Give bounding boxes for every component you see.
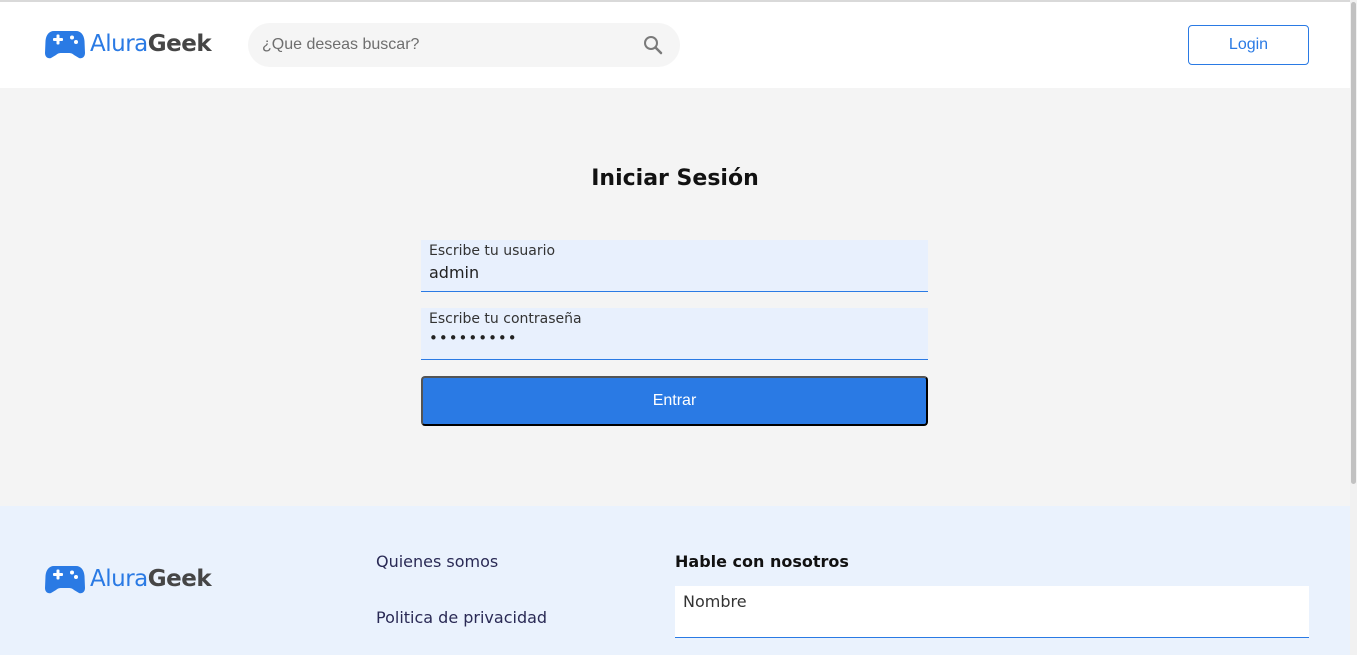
username-value: admin (429, 263, 480, 282)
password-value: ••••••••• (429, 329, 518, 347)
logo-text: AluraGeek (90, 29, 212, 59)
footer-link-privacy[interactable]: Politica de privacidad (376, 608, 547, 627)
footer-logo[interactable]: AluraGeek (45, 564, 212, 594)
contact-name-label: Nombre (683, 592, 747, 611)
username-label: Escribe tu usuario (429, 243, 556, 259)
site-header: AluraGeek Login (0, 2, 1350, 88)
logo-text-geek: Geek (147, 566, 212, 592)
logo-text-alura: Alura (90, 566, 148, 592)
search-icon[interactable] (643, 35, 663, 55)
password-label: Escribe tu contraseña (429, 311, 582, 327)
contact-name-field[interactable]: Nombre (675, 586, 1309, 638)
gamepad-icon (45, 566, 85, 594)
logo-text: AluraGeek (90, 564, 212, 594)
password-field[interactable]: Escribe tu contraseña ••••••••• (421, 308, 928, 360)
scrollbar-thumb[interactable] (1351, 2, 1356, 484)
contact-title: Hable con nosotros (675, 552, 849, 571)
logo-text-geek: Geek (147, 31, 212, 57)
header-logo[interactable]: AluraGeek (45, 29, 212, 59)
gamepad-icon (45, 31, 85, 59)
submit-button[interactable]: Entrar (421, 376, 928, 426)
login-section: Iniciar Sesión Escribe tu usuario admin … (0, 88, 1350, 506)
page-scrollbar[interactable] (1350, 0, 1357, 655)
footer-link-about[interactable]: Quienes somos (376, 552, 498, 571)
logo-text-alura: Alura (90, 31, 148, 57)
username-field[interactable]: Escribe tu usuario admin (421, 240, 928, 292)
search-input[interactable] (248, 23, 680, 67)
page-title: Iniciar Sesión (591, 166, 759, 191)
login-button[interactable]: Login (1188, 25, 1309, 65)
search-bar (248, 23, 680, 67)
